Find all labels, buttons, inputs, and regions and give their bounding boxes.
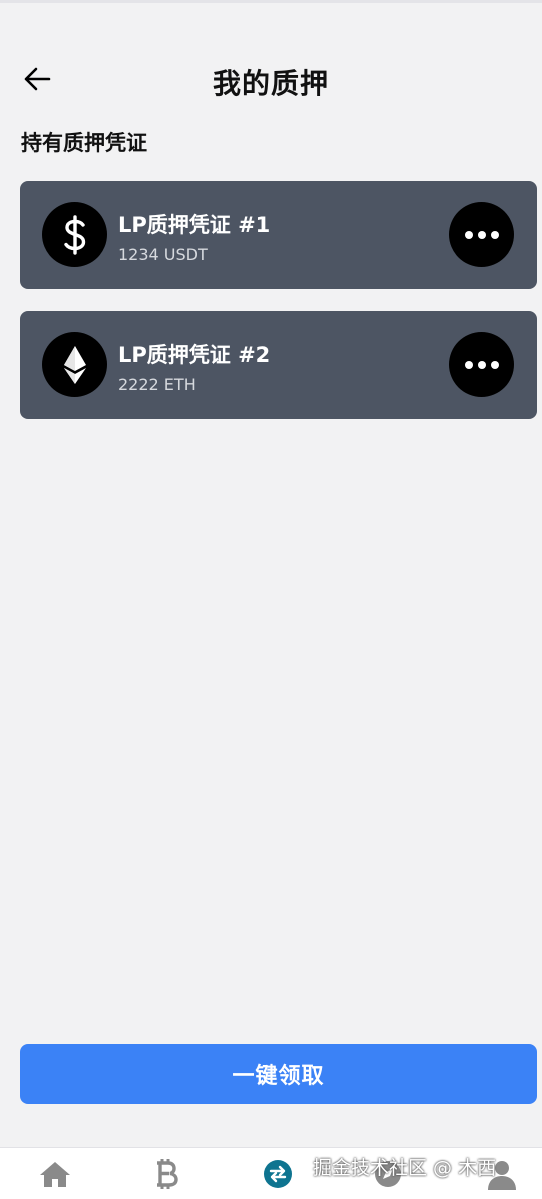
more-options-button[interactable] (449, 202, 514, 267)
more-icon (464, 360, 473, 369)
top-divider (0, 0, 542, 3)
card-amount: 1234 USDT (118, 245, 208, 264)
card-title: LP质押凭证 #1 (118, 213, 271, 237)
section-title: 持有质押凭证 (21, 131, 147, 155)
home-icon (40, 1162, 70, 1187)
dollar-icon (42, 202, 107, 267)
stake-card[interactable]: LP质押凭证 #2 2222 ETH (20, 311, 537, 419)
ethereum-icon (42, 332, 107, 397)
more-icon (464, 230, 473, 239)
nav-item-bitcoin[interactable] (146, 1154, 186, 1194)
header: 我的质押 (0, 58, 542, 102)
page-title: 我的质押 (212, 67, 329, 100)
card-title: LP质押凭证 #2 (118, 343, 271, 367)
nav-item-swap[interactable] (258, 1154, 298, 1194)
card-amount: 2222 ETH (118, 375, 196, 394)
claim-all-button[interactable]: 一键领取 (20, 1044, 537, 1104)
nav-item-home[interactable] (35, 1154, 75, 1194)
stake-card[interactable]: LP质押凭证 #1 1234 USDT (20, 181, 537, 289)
bitcoin-icon (157, 1159, 178, 1189)
watermark: 掘金技术社区 @ 木西 (313, 1157, 497, 1179)
swap-icon (264, 1160, 292, 1188)
more-options-button[interactable] (449, 332, 514, 397)
